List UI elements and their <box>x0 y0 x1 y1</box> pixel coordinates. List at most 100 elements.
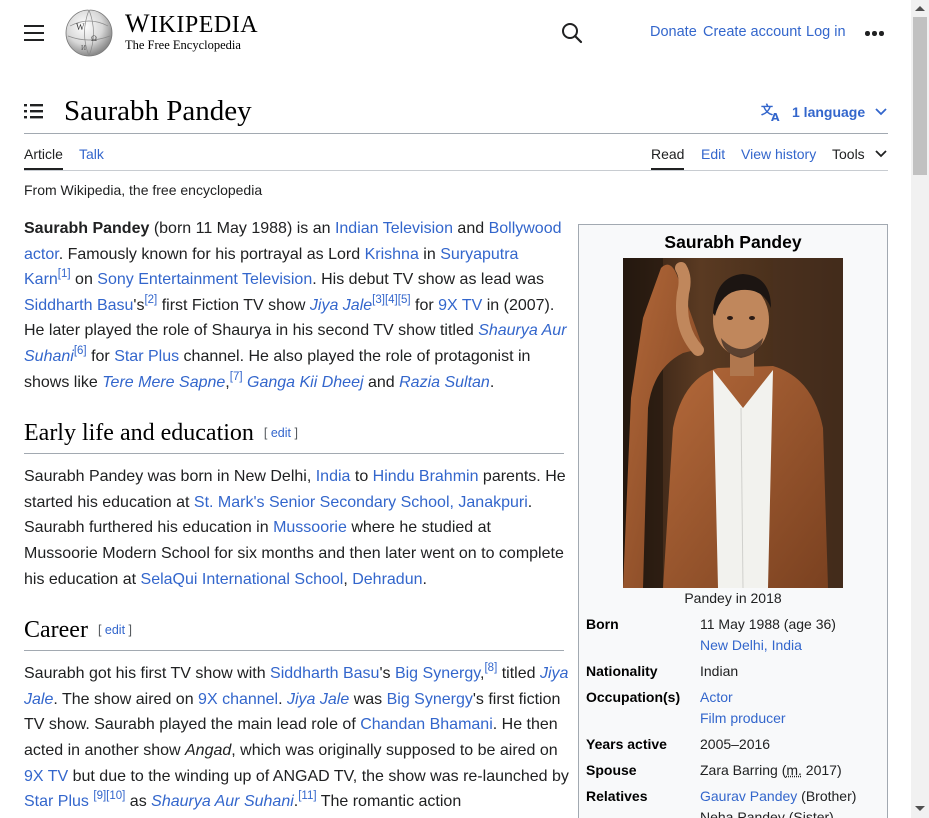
link-siddharth-basu[interactable]: Siddharth Basu <box>270 665 379 682</box>
scroll-up-arrow-icon[interactable] <box>915 6 925 11</box>
link-shaurya-aur-suhani[interactable]: Shaurya Aur Suhani <box>151 793 294 810</box>
bracket: ] <box>125 623 133 638</box>
career-paragraph: Saurabh got his first TV show with Siddh… <box>24 661 569 815</box>
link-hindu-brahmin[interactable]: Hindu Brahmin <box>373 468 479 485</box>
wordmark-initial: W <box>125 9 151 38</box>
infobox-title: Saurabh Pandey <box>664 232 802 252</box>
reference-link[interactable]: [6] <box>74 345 87 357</box>
tab-edit[interactable]: Edit <box>701 146 725 170</box>
link-9x-tv[interactable]: 9X TV <box>24 768 68 785</box>
tab-talk[interactable]: Talk <box>79 146 104 170</box>
text: 's <box>379 665 395 683</box>
portrait-photo[interactable] <box>623 258 843 588</box>
show-title: Angad <box>185 741 232 759</box>
link-jiya-jale[interactable]: Jiya Jale <box>310 297 372 314</box>
bracket: [ <box>263 426 271 441</box>
reference-link[interactable]: [5] <box>398 294 411 306</box>
tab-read[interactable]: Read <box>651 146 685 170</box>
link-gaurav-pandey[interactable]: Gaurav Pandey <box>700 788 797 804</box>
text: was <box>349 690 387 708</box>
link-star-plus[interactable]: Star Plus <box>114 348 179 365</box>
page-title: Saurabh Pandey <box>64 95 252 127</box>
link-st-marks-school[interactable]: St. Mark's Senior Secondary School, Jana… <box>194 494 528 511</box>
link-dehradun[interactable]: Dehradun <box>352 571 422 588</box>
scroll-down-arrow-icon[interactable] <box>915 806 925 811</box>
donate-link[interactable]: Donate <box>650 24 697 40</box>
reference-link[interactable]: [3] <box>372 294 385 306</box>
text: for <box>410 296 439 314</box>
link-siddharth-basu[interactable]: Siddharth Basu <box>24 297 133 314</box>
link-jiya-jale[interactable]: Jiya Jale <box>287 691 349 708</box>
text: for <box>86 347 115 365</box>
reference-link[interactable]: [2] <box>144 294 157 306</box>
years-active-label: Years active <box>586 736 667 752</box>
toc-icon[interactable] <box>24 102 44 120</box>
marriage-year: 2017) <box>801 762 842 778</box>
create-account-link[interactable]: Create account <box>703 24 801 40</box>
edit-section-link[interactable]: edit <box>105 623 125 637</box>
hamburger-menu-icon[interactable] <box>24 25 44 41</box>
svg-text:A: A <box>771 111 780 122</box>
link-film-producer[interactable]: Film producer <box>700 710 786 726</box>
title-divider <box>24 133 888 134</box>
heading-text: Early life and education <box>24 420 254 447</box>
text: in <box>418 245 441 263</box>
link-indian-television[interactable]: Indian Television <box>335 220 453 237</box>
reference-link[interactable]: [9] <box>93 790 106 802</box>
section-heading-career: Career [ edit ] <box>24 614 564 652</box>
wordmark-rest: IKIPEDIA <box>150 12 259 38</box>
edit-section-link[interactable]: edit <box>271 426 291 440</box>
link-9x-tv[interactable]: 9X TV <box>438 297 482 314</box>
text: and <box>452 220 489 237</box>
chevron-down-icon[interactable] <box>875 149 887 159</box>
reference-link[interactable]: [7] <box>230 371 243 383</box>
link-tere-mere-sapne[interactable]: Tere Mere Sapne <box>102 374 225 391</box>
link-big-synergy[interactable]: Big Synergy <box>395 665 480 682</box>
tab-article[interactable]: Article <box>24 146 63 170</box>
relatives-label: Relatives <box>586 788 648 804</box>
section-edit: [ edit ] <box>98 623 132 637</box>
link-selaqui-school[interactable]: SelaQui International School <box>141 571 344 588</box>
nationality-value: Indian <box>700 663 739 679</box>
tab-view-history[interactable]: View history <box>741 146 816 170</box>
page: W Ω И WIKIPEDIA The Free Encyclopedia Do… <box>0 0 911 818</box>
relation-note: (Brother) <box>797 788 857 804</box>
vertical-scrollbar[interactable] <box>911 0 929 818</box>
link-ganga-kii-dheej[interactable]: Ganga Kii Dheej <box>247 374 364 391</box>
text: . <box>489 373 495 391</box>
search-icon[interactable] <box>561 22 583 44</box>
reference-link[interactable]: [4] <box>385 294 398 306</box>
language-count: 1 language <box>792 104 866 120</box>
link-birthplace[interactable]: New Delhi, India <box>700 637 802 653</box>
reference-link[interactable]: [10] <box>106 790 125 802</box>
link-star-plus[interactable]: Star Plus <box>24 793 89 810</box>
text: Saurabh Pandey was born in New Delhi, <box>24 468 316 486</box>
link-actor[interactable]: Actor <box>700 689 733 705</box>
born-date: 11 May 1988 (age 36) <box>700 616 836 632</box>
link-big-synergy[interactable]: Big Synergy <box>387 691 473 708</box>
link-sony-entertainment[interactable]: Sony Entertainment Television <box>97 271 312 288</box>
link-krishna[interactable]: Krishna <box>365 246 419 263</box>
link-mussoorie[interactable]: Mussoorie <box>273 519 347 536</box>
text: 's <box>133 296 145 314</box>
link-razia-sultan[interactable]: Razia Sultan <box>399 374 490 391</box>
link-9x-channel[interactable]: 9X channel <box>198 691 278 708</box>
scrollbar-thumb[interactable] <box>913 17 927 175</box>
link-chandan-bhamani[interactable]: Chandan Bhamani <box>360 716 493 733</box>
link-india[interactable]: India <box>316 468 351 485</box>
wikipedia-wordmark[interactable]: WIKIPEDIA The Free Encyclopedia <box>125 9 259 53</box>
site-subtitle: From Wikipedia, the free encyclopedia <box>24 182 263 198</box>
reference-link[interactable]: [1] <box>58 268 71 280</box>
infobox: Saurabh Pandey Pandey in 2018 Born 11 Ma… <box>578 224 888 818</box>
occupation-value: Actor Film producer <box>700 687 890 729</box>
log-in-link[interactable]: Log in <box>806 24 846 40</box>
tools-menu[interactable]: Tools <box>832 146 865 170</box>
site-header: W Ω И WIKIPEDIA The Free Encyclopedia Do… <box>0 0 911 66</box>
more-icon[interactable] <box>863 24 885 42</box>
wikipedia-globe-logo[interactable]: W Ω И <box>62 8 116 58</box>
spouse-name: Zara Barring ( <box>700 762 787 778</box>
photo-caption: Pandey in 2018 <box>684 590 782 606</box>
reference-link[interactable]: [11] <box>298 790 316 802</box>
occupation-label: Occupation(s) <box>586 689 681 705</box>
reference-link[interactable]: [8] <box>484 662 497 674</box>
